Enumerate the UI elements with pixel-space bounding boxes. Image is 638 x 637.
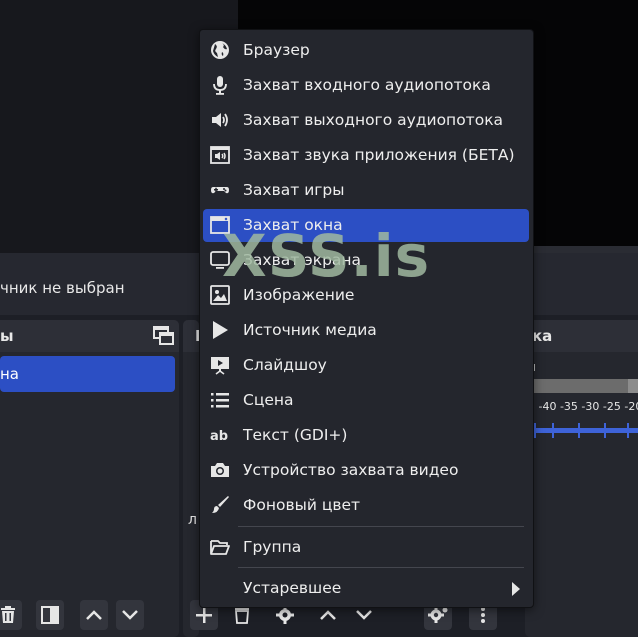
gear-icon: [428, 607, 448, 623]
scenes-dock-title: ы: [0, 327, 14, 345]
folder-icon: [210, 540, 230, 555]
chevron-up-icon: [320, 610, 336, 620]
speaker-icon: [212, 113, 228, 127]
menu-item-group[interactable]: Группа: [203, 531, 529, 564]
brush-icon: [212, 496, 229, 513]
menu-item-label: Захват звука приложения (БЕТА): [243, 146, 515, 164]
scene-filters-button[interactable]: [36, 600, 64, 630]
trash-icon: [1, 606, 15, 623]
menu-item-deprecated[interactable]: Устаревшее: [203, 572, 529, 605]
chevron-up-icon: [86, 610, 102, 620]
move-scene-up-button[interactable]: [80, 600, 108, 630]
menu-item-label: Сцена: [243, 391, 294, 409]
trash-icon: [235, 606, 249, 624]
svg-text:ab: ab: [210, 429, 228, 444]
sources-cut-label: л: [188, 512, 197, 528]
gamepad-icon: [211, 187, 229, 194]
no-source-selected-label: чник не выбран: [0, 279, 125, 297]
menu-item-label: Браузер: [243, 41, 310, 59]
volume-meter: [528, 379, 638, 393]
menu-item-label: Устаревшее: [243, 579, 342, 597]
app-audio-icon: [210, 146, 230, 164]
menu-item-application-audio-capture[interactable]: Захват звука приложения (БЕТА): [203, 139, 529, 172]
add-source-menu: Браузер Захват входного аудиопотока Захв…: [199, 29, 534, 608]
menu-separator: [238, 567, 524, 568]
chevron-down-icon: [122, 610, 138, 620]
menu-item-label: Захват выходного аудиопотока: [243, 111, 504, 129]
menu-item-color-source[interactable]: Фоновый цвет: [203, 489, 529, 522]
camera-icon: [211, 463, 229, 477]
microphone-icon: [213, 76, 227, 95]
globe-icon: [211, 41, 229, 59]
menu-item-media-source[interactable]: Источник медиа: [203, 314, 529, 347]
sources-dock: [183, 320, 199, 637]
plus-icon: [196, 607, 212, 623]
chevron-right-icon: [512, 582, 520, 596]
menu-item-slideshow[interactable]: Слайдшоу: [203, 349, 529, 382]
text-icon: ab: [210, 429, 228, 444]
filter-icon: [41, 606, 59, 624]
menu-item-label: Слайдшоу: [243, 356, 327, 374]
menu-item-audio-output-capture[interactable]: Захват выходного аудиопотока: [203, 104, 529, 137]
menu-item-label: Фоновый цвет: [243, 496, 361, 514]
menu-item-scene[interactable]: Сцена: [203, 384, 529, 417]
menu-item-label: Устройство захвата видео: [243, 461, 459, 479]
remove-scene-button[interactable]: [0, 600, 22, 630]
slideshow-icon: [211, 357, 229, 375]
volume-slider-marks: [528, 423, 638, 438]
more-vertical-icon: [481, 607, 485, 623]
scene-list-item-selected[interactable]: [0, 356, 175, 392]
menu-item-label: Захват игры: [243, 181, 345, 199]
volume-meter-peak: [628, 379, 638, 393]
menu-item-label: Текст (GDI+): [243, 426, 348, 444]
list-icon: [211, 393, 229, 408]
watermark: XSS.is: [222, 222, 431, 290]
menu-item-game-capture[interactable]: Захват игры: [203, 174, 529, 207]
menu-item-browser[interactable]: Браузер: [203, 34, 529, 67]
scene-item-label: на: [0, 365, 19, 383]
menu-item-audio-input-capture[interactable]: Захват входного аудиопотока: [203, 69, 529, 102]
menu-item-label: Источник медиа: [243, 321, 377, 339]
audio-mixer-dock: [525, 320, 638, 637]
gear-icon: [276, 606, 294, 624]
mixer-dock-title: ка: [532, 327, 553, 345]
menu-separator: [238, 526, 524, 527]
menu-item-label: Группа: [243, 538, 302, 556]
play-icon: [213, 321, 228, 339]
meter-tick-labels: 5 -40 -35 -30 -25 -20: [528, 400, 638, 413]
menu-item-text-gdi[interactable]: ab Текст (GDI+): [203, 419, 529, 452]
menu-item-video-capture-device[interactable]: Устройство захвата видео: [203, 454, 529, 487]
menu-item-label: Захват входного аудиопотока: [243, 76, 491, 94]
move-scene-down-button[interactable]: [116, 600, 144, 630]
undock-icon[interactable]: [153, 326, 175, 346]
chevron-down-icon: [356, 610, 372, 620]
